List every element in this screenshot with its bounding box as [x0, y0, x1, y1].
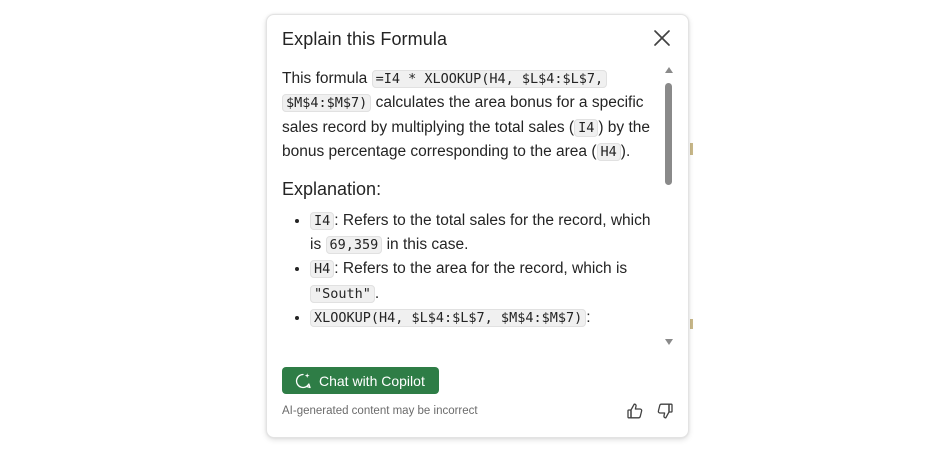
list-item: H4: Refers to the area for the record, w…: [310, 257, 665, 306]
list-item-value: "South": [310, 284, 375, 303]
intro-text: ).: [620, 143, 631, 161]
thumbs-up-button[interactable]: [625, 401, 645, 421]
panel-title: Explain this Formula: [282, 29, 448, 49]
background-sheet-edge: [690, 143, 693, 155]
scroll-down-arrow[interactable]: [665, 339, 673, 345]
list-item-text: :: [586, 309, 591, 327]
vertical-scrollbar[interactable]: [663, 67, 675, 345]
chat-with-copilot-button[interactable]: Chat with Copilot: [282, 367, 439, 394]
formula-code: =I4 * XLOOKUP(H4, $L$4:$L$7,: [371, 70, 608, 88]
explanation-heading: Explanation:: [282, 178, 382, 199]
intro-paragraph: This formula =I4 * XLOOKUP(H4, $L$4:$L$7…: [282, 67, 665, 165]
explain-formula-panel: Explain this Formula This formula =I4 * …: [266, 14, 689, 438]
list-item-text: .: [374, 284, 380, 302]
page: Explain this Formula This formula =I4 * …: [0, 0, 950, 450]
thumbs-up-icon: [627, 403, 643, 419]
explanation-scroll-area[interactable]: This formula =I4 * XLOOKUP(H4, $L$4:$L$7…: [282, 67, 665, 357]
list-item: I4: Refers to the total sales for the re…: [310, 209, 665, 258]
list-item-text: in this case.: [382, 236, 469, 254]
background-sheet-edge: [690, 319, 693, 329]
cell-ref-code: I4: [574, 118, 599, 137]
close-icon: [654, 30, 670, 46]
scroll-up-arrow[interactable]: [665, 67, 673, 73]
cell-ref-code: H4: [596, 143, 621, 162]
thumbs-down-button[interactable]: [655, 401, 675, 421]
list-item-text: : Refers to the area for the record, whi…: [334, 260, 628, 278]
list-item-code: I4: [310, 211, 335, 230]
intro-text: This formula: [282, 70, 372, 87]
ai-disclaimer: AI-generated content may be incorrect: [282, 405, 478, 417]
thumbs-down-icon: [657, 403, 673, 419]
explanation-list: I4: Refers to the total sales for the re…: [282, 209, 665, 331]
scrollbar-thumb[interactable]: [665, 83, 672, 185]
chat-button-label: Chat with Copilot: [319, 372, 425, 389]
formula-code: $M$4:$M$7): [282, 94, 372, 113]
close-button[interactable]: [651, 27, 673, 49]
chat-sparkle-icon: [294, 372, 312, 390]
list-item-code: H4: [310, 260, 335, 279]
list-item-value: 69,359: [325, 236, 383, 255]
list-item: XLOOKUP(H4, $L$4:$L$7, $M$4:$M$7):: [310, 306, 665, 330]
list-item-code: XLOOKUP(H4, $L$4:$L$7, $M$4:$M$7): [310, 309, 587, 328]
